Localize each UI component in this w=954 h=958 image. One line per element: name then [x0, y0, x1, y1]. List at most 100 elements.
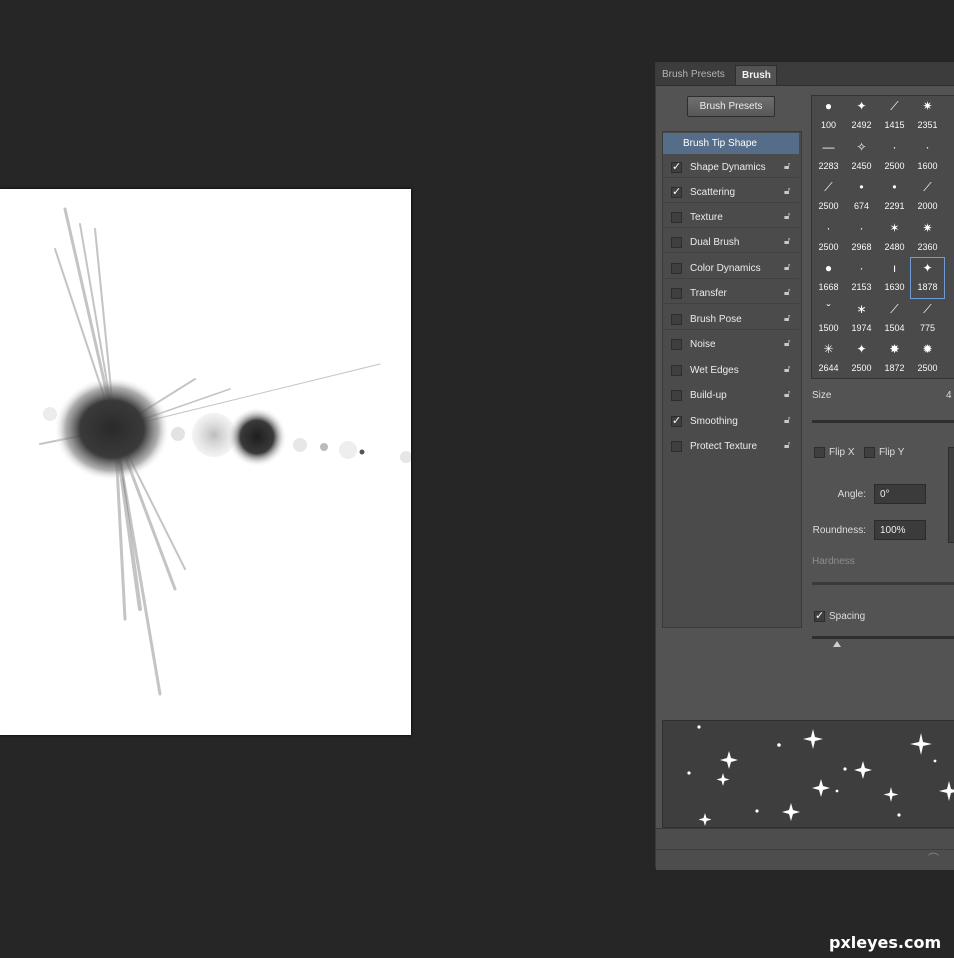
option-dual-brush[interactable]: Dual Brush 🔓︎ — [663, 232, 799, 253]
option-checkbox[interactable]: ✓ — [671, 162, 682, 173]
tab-brush-presets[interactable]: Brush Presets — [656, 65, 734, 85]
option-noise[interactable]: Noise 🔓︎ — [663, 334, 799, 355]
option-shape-dynamics[interactable]: ✓ Shape Dynamics 🔓︎ — [663, 157, 799, 178]
lock-icon[interactable]: 🔓︎ — [784, 212, 793, 222]
brush-tip[interactable]: · 1600 — [911, 137, 944, 177]
brush-tip[interactable]: ● 100 — [812, 96, 845, 136]
brush-tip[interactable]: ✷ 2351 — [911, 96, 944, 136]
brush-tip[interactable]: ✷ 2360 — [911, 218, 944, 258]
option-smoothing[interactable]: ✓ Smoothing 🔓︎ — [663, 411, 799, 432]
brush-presets-button[interactable]: Brush Presets — [687, 96, 775, 117]
size-slider[interactable] — [812, 420, 954, 423]
roundness-field[interactable]: 100% — [874, 520, 926, 540]
brush-tip[interactable]: · 2500 — [878, 137, 911, 177]
brush-tip-icon: ˇ — [826, 302, 831, 316]
spacing-checkbox[interactable]: ✓ Spacing — [814, 611, 865, 622]
brush-tip-selected[interactable]: ✦ 1878 — [910, 257, 945, 299]
option-checkbox[interactable] — [671, 314, 682, 325]
brush-tip-size: 2492 — [851, 120, 872, 130]
option-checkbox[interactable]: ✓ — [671, 416, 682, 427]
brush-tip[interactable]: ✦ 2500 — [845, 339, 878, 378]
brush-tip[interactable]: ● 1668 — [812, 258, 845, 298]
option-checkbox[interactable] — [671, 237, 682, 248]
option-texture[interactable]: Texture 🔓︎ — [663, 207, 799, 228]
lock-icon[interactable]: 🔓︎ — [784, 416, 793, 426]
document-canvas[interactable] — [0, 189, 411, 735]
brush-tip[interactable]: ı 1630 — [878, 258, 911, 298]
lock-icon[interactable]: 🔓︎ — [784, 263, 793, 273]
lock-icon[interactable]: 🔓︎ — [784, 187, 793, 197]
size-value[interactable]: 4 — [946, 390, 952, 401]
brush-tip-icon: · — [859, 261, 864, 275]
brush-tip[interactable]: ✦ 2492 — [845, 96, 878, 136]
brush-tip-grid[interactable]: ● 100 ✦ 2492 ⟋ 1415 ✷ 2351 — 2283 ✧ 2450 · 2500… — [811, 95, 954, 379]
brush-tip[interactable]: ✶ 2480 — [878, 218, 911, 258]
brush-tip-size: 2360 — [917, 242, 938, 252]
option-scattering[interactable]: ✓ Scattering 🔓︎ — [663, 182, 799, 203]
lock-icon[interactable]: 🔓︎ — [784, 288, 793, 298]
option-build-up[interactable]: Build-up 🔓︎ — [663, 385, 799, 406]
lock-icon[interactable]: 🔓︎ — [784, 237, 793, 247]
brush-tip[interactable]: ✳ 2644 — [812, 339, 845, 378]
brush-tip-icon: • — [859, 180, 864, 194]
brush-tip[interactable]: ✹ 2500 — [911, 339, 944, 378]
brush-tip[interactable]: ⟋ 1415 — [878, 96, 911, 136]
option-checkbox[interactable] — [671, 441, 682, 452]
flip-x-checkbox[interactable]: Flip X — [814, 447, 855, 458]
brush-tip-size: 1872 — [884, 363, 905, 373]
brush-tip[interactable]: · 2153 — [845, 258, 878, 298]
brush-tip[interactable]: • 674 — [845, 177, 878, 217]
brush-tip[interactable]: ˇ 1500 — [812, 299, 845, 339]
lock-icon[interactable]: 🔓︎ — [784, 441, 793, 451]
option-checkbox[interactable] — [671, 339, 682, 350]
brush-tip[interactable]: ✧ 2450 — [845, 137, 878, 177]
option-transfer[interactable]: Transfer 🔓︎ — [663, 283, 799, 304]
brush-tip-size: 674 — [853, 201, 870, 211]
new-brush-icon[interactable]: ⌒ — [928, 850, 939, 866]
brush-tip[interactable]: ⟋ 1504 — [878, 299, 911, 339]
lock-icon[interactable]: 🔓︎ — [784, 162, 793, 172]
brush-tip[interactable]: ⟋ 2000 — [911, 177, 944, 217]
brush-tip[interactable]: ⟋ 775 — [911, 299, 944, 339]
option-checkbox[interactable] — [671, 365, 682, 376]
brush-tip-size: 2500 — [818, 201, 839, 211]
option-wet-edges[interactable]: Wet Edges 🔓︎ — [663, 360, 799, 381]
option-color-dynamics[interactable]: Color Dynamics 🔓︎ — [663, 258, 799, 279]
brush-tip-icon: ⟋ — [923, 180, 932, 194]
brush-tip[interactable]: · 2968 — [845, 218, 878, 258]
angle-field[interactable]: 0° — [874, 484, 926, 504]
tab-brush[interactable]: Brush — [735, 65, 777, 85]
brush-tip-icon: — — [822, 140, 835, 154]
brush-tip-size: 2153 — [851, 282, 872, 292]
checkbox[interactable] — [814, 447, 825, 458]
brush-tip[interactable]: — 2283 — [812, 137, 845, 177]
checkbox[interactable] — [864, 447, 875, 458]
angle-preview-widget[interactable] — [948, 447, 954, 543]
brush-tip-size: 1668 — [818, 282, 839, 292]
brush-tip[interactable]: ✸ 1872 — [878, 339, 911, 378]
option-brush-tip-shape[interactable]: Brush Tip Shape — [663, 133, 799, 154]
spacing-slider[interactable] — [812, 636, 954, 639]
lock-icon[interactable]: 🔓︎ — [784, 390, 793, 400]
option-checkbox[interactable]: ✓ — [671, 187, 682, 198]
lock-icon[interactable]: 🔓︎ — [784, 365, 793, 375]
brush-tip-size: 1500 — [818, 323, 839, 333]
brush-tip[interactable]: ⟋ 2500 — [812, 177, 845, 217]
checkbox[interactable]: ✓ — [814, 611, 825, 622]
brush-tip-icon: ✷ — [922, 221, 933, 235]
spacing-slider-thumb[interactable] — [833, 641, 841, 647]
brush-tip-size: 1878 — [917, 282, 938, 292]
option-checkbox[interactable] — [671, 288, 682, 299]
option-checkbox[interactable] — [671, 263, 682, 274]
lock-icon[interactable]: 🔓︎ — [784, 314, 793, 324]
lock-icon[interactable]: 🔓︎ — [784, 339, 793, 349]
brush-tip[interactable]: · 2500 — [812, 218, 845, 258]
brush-tip-size: 2644 — [818, 363, 839, 373]
option-protect-texture[interactable]: Protect Texture 🔓︎ — [663, 436, 799, 457]
brush-tip[interactable]: ∗ 1974 — [845, 299, 878, 339]
option-checkbox[interactable] — [671, 212, 682, 223]
option-checkbox[interactable] — [671, 390, 682, 401]
option-brush-pose[interactable]: Brush Pose 🔓︎ — [663, 309, 799, 330]
brush-tip[interactable]: • 2291 — [878, 177, 911, 217]
flip-y-checkbox[interactable]: Flip Y — [864, 447, 904, 458]
